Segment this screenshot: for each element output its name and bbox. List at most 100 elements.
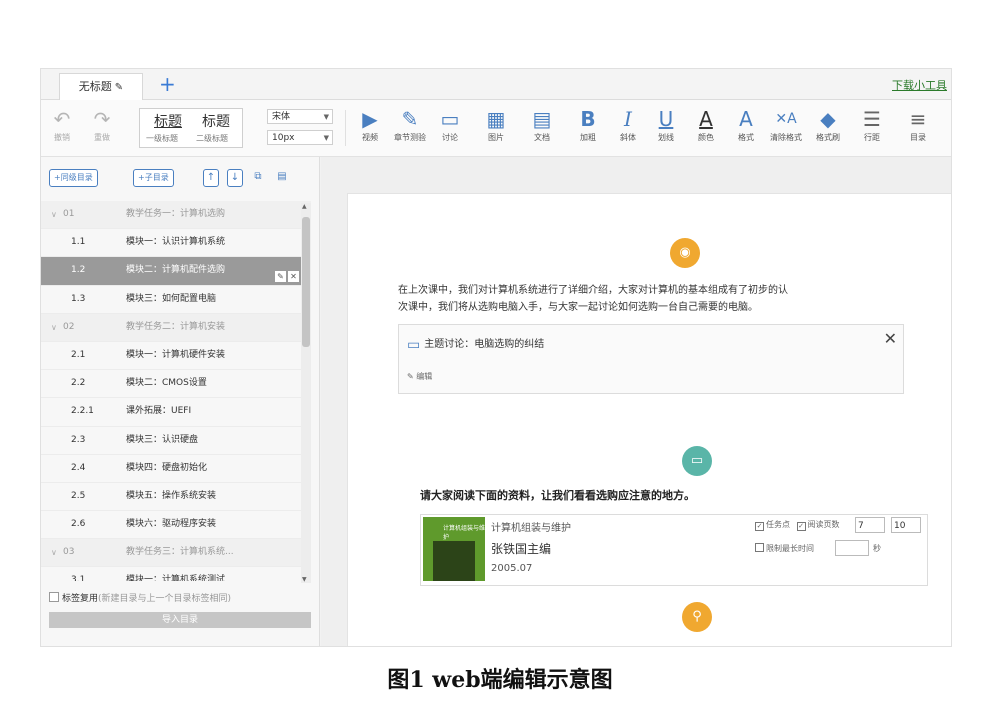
outline-scrollbar[interactable]: ▲ ▼	[301, 203, 311, 583]
outline-item[interactable]: 2.1 模块一：计算机硬件安装	[41, 342, 311, 371]
font-color-button[interactable]: A 颜色	[691, 106, 721, 143]
format-button[interactable]: A 格式	[731, 106, 761, 143]
scroll-down-icon[interactable]: ▼	[302, 576, 307, 583]
add-sibling-button[interactable]: +同级目录	[49, 169, 98, 187]
close-icon[interactable]: ✕	[884, 329, 897, 348]
download-tool-link[interactable]: 下载小工具	[892, 77, 947, 93]
toc-button[interactable]: ≡ 目录	[903, 106, 933, 143]
import-outline-button[interactable]: 导入目录	[49, 612, 311, 628]
chevron-down-icon: ▼	[323, 113, 329, 121]
label-reuse-option[interactable]: 标签复用(新建目录与上一个目录标签相同)	[49, 591, 231, 604]
format-brush-button[interactable]: ◆ 格式刷	[813, 106, 843, 143]
outline-item[interactable]: 2.6 模块六：驱动程序安装	[41, 511, 311, 540]
italic-icon: I	[624, 107, 632, 131]
tab-untitled[interactable]: 无标题 ✎	[59, 73, 143, 100]
heading-1-style[interactable]: 标题	[154, 111, 182, 131]
chapter-quiz-button[interactable]: ✎ 章节测验	[394, 106, 426, 143]
discussion-topic-card[interactable]: ▭ 主题讨论：电脑选购的纠结 ✕ ✎ 编辑	[398, 324, 904, 394]
tab-label: 无标题	[78, 80, 112, 93]
document-button[interactable]: ▤ 文档	[527, 106, 557, 143]
pencil-icon[interactable]: ✎	[115, 82, 123, 93]
outline-view-icon[interactable]: ▤	[275, 169, 289, 185]
chevron-down-icon[interactable]: ∨	[51, 539, 57, 566]
bold-button[interactable]: B 加粗	[573, 106, 603, 143]
outline-item[interactable]: 2.2.1 课外拓展：UEFI	[41, 398, 311, 427]
redo-button[interactable]: ↷ 重做	[87, 106, 117, 143]
edit-icon[interactable]: ✎	[275, 271, 286, 283]
underline-icon: U	[658, 107, 674, 131]
outline-item[interactable]: 1.1 模块一：认识计算机系统	[41, 229, 311, 258]
outline-group[interactable]: ∨ 01 教学任务一：计算机选购	[41, 201, 311, 230]
line-height-button[interactable]: ☰ 行距	[857, 106, 887, 143]
outline-list: ∨ 01 教学任务一：计算机选购 1.1 模块一：认识计算机系统 1.2 模块二…	[41, 201, 311, 581]
book-resource-card[interactable]: 计算机组装与维护 计算机组装与维护 张铁国主编 2005.07 ✓ 任务点 ✓ 阅读…	[420, 514, 928, 586]
chevron-down-icon[interactable]: ∨	[51, 314, 57, 341]
font-size-select[interactable]: 10px ▼	[267, 130, 333, 145]
image-button[interactable]: ▦ 图片	[481, 106, 511, 143]
outline-item[interactable]: 3.1 模块一：计算机系统测试	[41, 567, 311, 581]
outline-item[interactable]: 2.5 模块五：操作系统安装	[41, 483, 311, 512]
outline-item-selected[interactable]: 1.2 模块二：计算机配件选购 ✎ ✕	[41, 257, 311, 286]
clear-format-icon: ✕A	[775, 111, 797, 127]
bold-icon: B	[580, 107, 596, 131]
book-cover: 计算机组装与维护	[423, 517, 485, 581]
figure-caption: 图1 web端编辑示意图	[387, 667, 613, 693]
outline-item[interactable]: 2.2 模块二：CMOS设置	[41, 370, 311, 399]
page-from-input[interactable]: 7	[855, 517, 885, 533]
italic-button[interactable]: I 斜体	[613, 106, 643, 143]
font-family-select[interactable]: 宋体 ▼	[267, 109, 333, 124]
quiz-icon: ✎	[401, 107, 419, 131]
copy-icon[interactable]: ⧉	[251, 169, 265, 185]
add-child-button[interactable]: +子目录	[133, 169, 174, 187]
video-button[interactable]: ▶ 视频	[355, 106, 385, 143]
add-tab-button[interactable]: +	[159, 72, 176, 96]
move-up-icon[interactable]: ↑	[203, 169, 219, 187]
scroll-up-icon[interactable]: ▲	[302, 203, 307, 210]
clear-format-button[interactable]: ✕A 清除格式	[770, 106, 802, 143]
outline-item[interactable]: 2.4 模块四：硬盘初始化	[41, 455, 311, 483]
heading-style-picker[interactable]: 标题 标题 一级标题 二级标题	[139, 108, 243, 148]
time-limit-input[interactable]	[835, 540, 869, 556]
toc-icon: ≡	[909, 107, 927, 131]
redo-icon: ↷	[93, 107, 111, 131]
move-down-icon[interactable]: ↓	[227, 169, 243, 187]
book-title: 计算机组装与维护	[491, 523, 571, 534]
intro-line-1: 在上次课中，我们对计算机系统进行了详细介绍，大家对计算机的基本组成有了初步的认	[398, 285, 788, 296]
book-meta: 计算机组装与维护 张铁国主编 2005.07	[491, 519, 571, 579]
delete-icon[interactable]: ✕	[288, 271, 299, 283]
format-brush-icon: ◆	[820, 107, 836, 131]
reuse-checkbox[interactable]	[49, 592, 59, 602]
heading-2-style[interactable]: 标题	[202, 111, 230, 131]
discussion-button[interactable]: ▭ 讨论	[435, 106, 465, 143]
discussion-icon: ▭	[440, 107, 460, 131]
discussion-icon: ▭	[407, 337, 421, 353]
outline-item[interactable]: 2.3 模块三：认识硬盘	[41, 427, 311, 455]
editor-canvas: ◉ 在上次课中，我们对计算机系统进行了详细介绍，大家对计算机的基本组成有了初步的…	[321, 157, 951, 646]
scrollbar-thumb[interactable]	[302, 217, 310, 347]
time-unit-label: 秒	[873, 544, 881, 553]
video-icon: ▶	[362, 107, 378, 131]
editor-app: 无标题 ✎ + 下载小工具 ↶ 撤销 ↷ 重做 标题 标题 一级标题 二级标题 宋…	[40, 68, 952, 647]
pencil-icon: ✎	[407, 372, 414, 381]
task-point-checkbox[interactable]: ✓	[755, 522, 764, 531]
book-date: 2005.07	[491, 563, 533, 574]
time-limit-checkbox[interactable]	[755, 543, 764, 552]
page-to-input[interactable]: 10	[891, 517, 921, 533]
document-icon: ▤	[532, 107, 552, 131]
search-badge-icon: ⚲	[682, 602, 712, 632]
format-icon: A	[739, 107, 753, 131]
time-limit-option: 限制最长时间	[755, 543, 814, 554]
underline-button[interactable]: U 划线	[651, 106, 681, 143]
chevron-down-icon[interactable]: ∨	[51, 201, 57, 228]
read-pages-checkbox[interactable]: ✓	[796, 522, 806, 531]
toolbar-divider	[345, 110, 346, 146]
editor-toolbar: ↶ 撤销 ↷ 重做 标题 标题 一级标题 二级标题 宋体 ▼ 10px ▼ ▶ 视频…	[41, 100, 951, 157]
undo-button[interactable]: ↶ 撤销	[47, 106, 77, 143]
chevron-down-icon: ▼	[323, 134, 329, 142]
edit-topic-link[interactable]: ✎ 编辑	[407, 371, 432, 382]
editor-page[interactable]: ◉ 在上次课中，我们对计算机系统进行了详细介绍，大家对计算机的基本组成有了初步的…	[347, 193, 951, 646]
outline-item[interactable]: 1.3 模块三：如何配置电脑	[41, 286, 311, 314]
outline-group[interactable]: ∨ 02 教学任务二：计算机安装	[41, 313, 311, 342]
reading-prompt: 请大家阅读下面的资料，让我们看看选购应注意的地方。	[420, 489, 695, 502]
outline-group[interactable]: ∨ 03 教学任务三：计算机系统...	[41, 539, 311, 568]
